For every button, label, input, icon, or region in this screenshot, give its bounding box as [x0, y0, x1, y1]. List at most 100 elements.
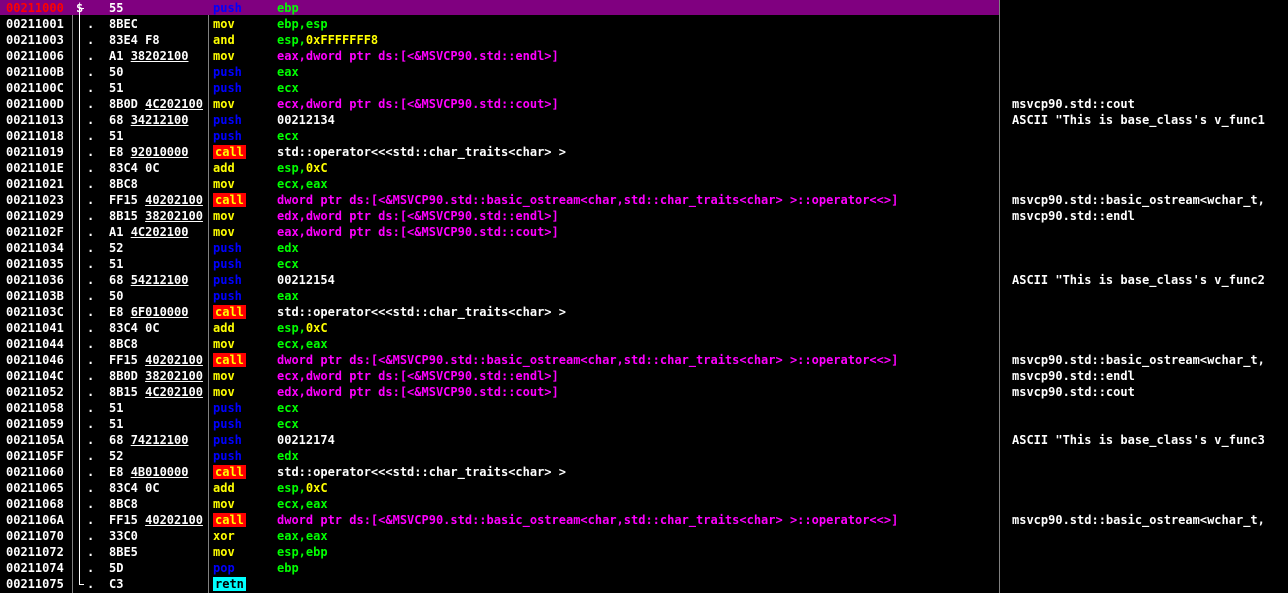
code-row[interactable]: 00211003. 83E4 F8 and esp,0xFFFFFFF8: [0, 32, 1288, 48]
code-row[interactable]: 0021101E. 83C4 0C add esp,0xC: [0, 160, 1288, 176]
code-row[interactable]: 0021103B. 50 push eax: [0, 288, 1288, 304]
code-row[interactable]: 0021100B. 50 push eax: [0, 64, 1288, 80]
hex-bytes: 5D: [109, 561, 124, 575]
code-row-selected[interactable]: 00211000$55pushebp: [0, 0, 1288, 16]
code-row[interactable]: 0021104C. 8B0D 38202100 mov ecx,dword ptr d…: [0, 368, 1288, 384]
operand-part: ecx,eax: [277, 337, 328, 351]
comment: [1012, 224, 1288, 240]
mnemonic: mov: [213, 176, 273, 192]
code-row[interactable]: 00211034. 52 push edx: [0, 240, 1288, 256]
hex-opcode: 8B15: [109, 209, 146, 223]
row-marker: .: [87, 353, 95, 367]
comment: [1012, 32, 1288, 48]
address: 0021100B: [6, 65, 64, 79]
hex-bytes: 8B15 38202100: [109, 208, 207, 224]
row-marker: .: [87, 49, 95, 63]
row-marker: .: [87, 225, 95, 239]
address: 00211035: [6, 257, 64, 271]
mnemonic-mov: mov: [213, 49, 235, 63]
code-row[interactable]: 00211059. 51 push ecx: [0, 416, 1288, 432]
comment: [1012, 448, 1288, 464]
hex-operand: 4C202100: [145, 385, 203, 399]
operands: eax,eax: [277, 528, 995, 544]
mnemonic: mov: [213, 544, 273, 560]
mnemonic-mov: mov: [213, 385, 235, 399]
code-row[interactable]: 00211068. 8BC8 mov ecx,eax: [0, 496, 1288, 512]
address: 00211059: [6, 417, 64, 431]
hex-operand: 38202100: [145, 209, 203, 223]
code-row[interactable]: 00211070. 33C0 xor eax,eax: [0, 528, 1288, 544]
operand-part: eax,eax: [277, 529, 328, 543]
code-row[interactable]: 00211072. 8BE5 mov esp,ebp: [0, 544, 1288, 560]
operands: esp,0xC: [277, 480, 995, 496]
comment: [1012, 544, 1288, 560]
operand-part: esp,: [277, 33, 306, 47]
mnemonic-mov: mov: [213, 177, 235, 191]
mnemonic: call: [213, 512, 273, 528]
code-row[interactable]: 00211021. 8BC8 mov ecx,eax: [0, 176, 1288, 192]
code-row[interactable]: 0021106A. FF15 40202100 call dword ptr ds:[…: [0, 512, 1288, 528]
mnemonic-xor: xor: [213, 529, 235, 543]
code-row[interactable]: 0021100D. 8B0D 4C202100 mov ecx,dword ptr d…: [0, 96, 1288, 112]
mnemonic-call: call: [213, 305, 246, 319]
code-row[interactable]: 00211044. 8BC8 mov ecx,eax: [0, 336, 1288, 352]
operands: edx,dword ptr ds:[<&MSVCP90.std::endl>]: [277, 208, 995, 224]
disassembly-listing[interactable]: 00211000$55pushebp00211001.8BECmovebp,es…: [0, 0, 1288, 593]
comment: msvcp90.std::basic_ostream<wchar_t,: [1012, 513, 1265, 527]
code-row[interactable]: 00211060. E8 4B010000 call std::operator<<<…: [0, 464, 1288, 480]
operand-part: dword ptr ds:[<&MSVCP90.std::basic_ostre…: [277, 193, 899, 207]
operand-part: ecx,dword ptr ds:[<&MSVCP90.std::endl>]: [277, 369, 559, 383]
code-row[interactable]: 00211019. E8 92010000 call std::operator<<<…: [0, 144, 1288, 160]
hex-opcode: A1: [109, 49, 131, 63]
operands: ecx: [277, 256, 995, 272]
code-row[interactable]: 0021100C. 51 push ecx: [0, 80, 1288, 96]
operands: edx,dword ptr ds:[<&MSVCP90.std::cout>]: [277, 384, 995, 400]
comment: msvcp90.std::cout: [1012, 97, 1135, 111]
code-row[interactable]: 0021103C. E8 6F010000 call std::operator<<<…: [0, 304, 1288, 320]
comment: [1012, 64, 1288, 80]
row-marker: .: [87, 497, 95, 511]
operands: esp,ebp: [277, 544, 995, 560]
hex-bytes: 83C4 0C: [109, 161, 160, 175]
code-row[interactable]: 00211013. 68 34212100 push 00212134 ASCII "T…: [0, 112, 1288, 128]
code-row[interactable]: 00211052. 8B15 4C202100 mov edx,dword ptr d…: [0, 384, 1288, 400]
code-row[interactable]: 0021105F. 52 push edx: [0, 448, 1288, 464]
code-row[interactable]: 00211018. 51 push ecx: [0, 128, 1288, 144]
hex-bytes: E8 6F010000: [109, 304, 207, 320]
operand-part: esp,: [277, 481, 306, 495]
mnemonic-mov: mov: [213, 97, 235, 111]
code-row[interactable]: 00211001. 8BEC mov ebp,esp: [0, 16, 1288, 32]
code-row[interactable]: 00211036. 68 54212100 push 00212154 ASCII "T…: [0, 272, 1288, 288]
operands: eax: [277, 64, 995, 80]
mnemonic: mov: [213, 16, 273, 32]
operands: ecx: [277, 416, 995, 432]
mnemonic-call: call: [213, 353, 246, 367]
row-marker: .: [87, 289, 95, 303]
code-row[interactable]: 00211046. FF15 40202100 call dword ptr ds:[…: [0, 352, 1288, 368]
operands: esp,0xFFFFFFF8: [277, 32, 995, 48]
address: 00211019: [6, 145, 64, 159]
row-marker: .: [87, 385, 95, 399]
code-row[interactable]: 00211058. 51 push ecx: [0, 400, 1288, 416]
code-row[interactable]: 00211075. C3 retn: [0, 576, 1288, 592]
code-row[interactable]: 00211041. 83C4 0C add esp,0xC: [0, 320, 1288, 336]
hex-bytes: C3: [109, 577, 124, 591]
comment: [1012, 160, 1288, 176]
hex-opcode: 68: [109, 113, 131, 127]
code-row[interactable]: 00211029. 8B15 38202100 mov edx,dword ptr d…: [0, 208, 1288, 224]
hex-operand: 54212100: [130, 273, 189, 287]
comment: [1012, 304, 1288, 320]
code-row[interactable]: 00211023. FF15 40202100 call dword ptr ds:[…: [0, 192, 1288, 208]
code-row[interactable]: 00211065. 83C4 0C add esp,0xC: [0, 480, 1288, 496]
operands: ecx: [277, 128, 995, 144]
mnemonic: call: [213, 464, 273, 480]
mnemonic-mov: mov: [213, 225, 235, 239]
code-row[interactable]: 00211074. 5D pop ebp: [0, 560, 1288, 576]
code-row[interactable]: 0021105A. 68 74212100 push 00212174 ASCII "T…: [0, 432, 1288, 448]
code-row[interactable]: 0021102F. A1 4C202100 mov eax,dword ptr ds:…: [0, 224, 1288, 240]
code-row[interactable]: 00211035. 51 push ecx: [0, 256, 1288, 272]
operand-part: ecx: [277, 401, 299, 415]
mnemonic-add: add: [213, 481, 235, 495]
operand-part: 00212154: [277, 273, 335, 287]
code-row[interactable]: 00211006. A1 38202100 mov eax,dword ptr ds:…: [0, 48, 1288, 64]
